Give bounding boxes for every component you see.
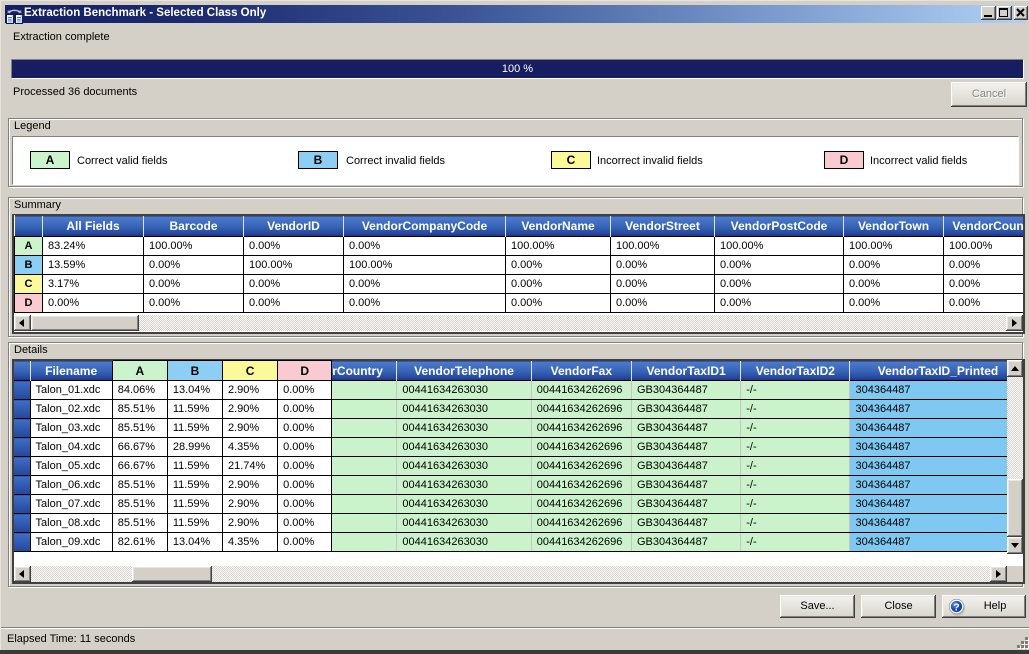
svg-text:?: ?: [953, 601, 959, 613]
